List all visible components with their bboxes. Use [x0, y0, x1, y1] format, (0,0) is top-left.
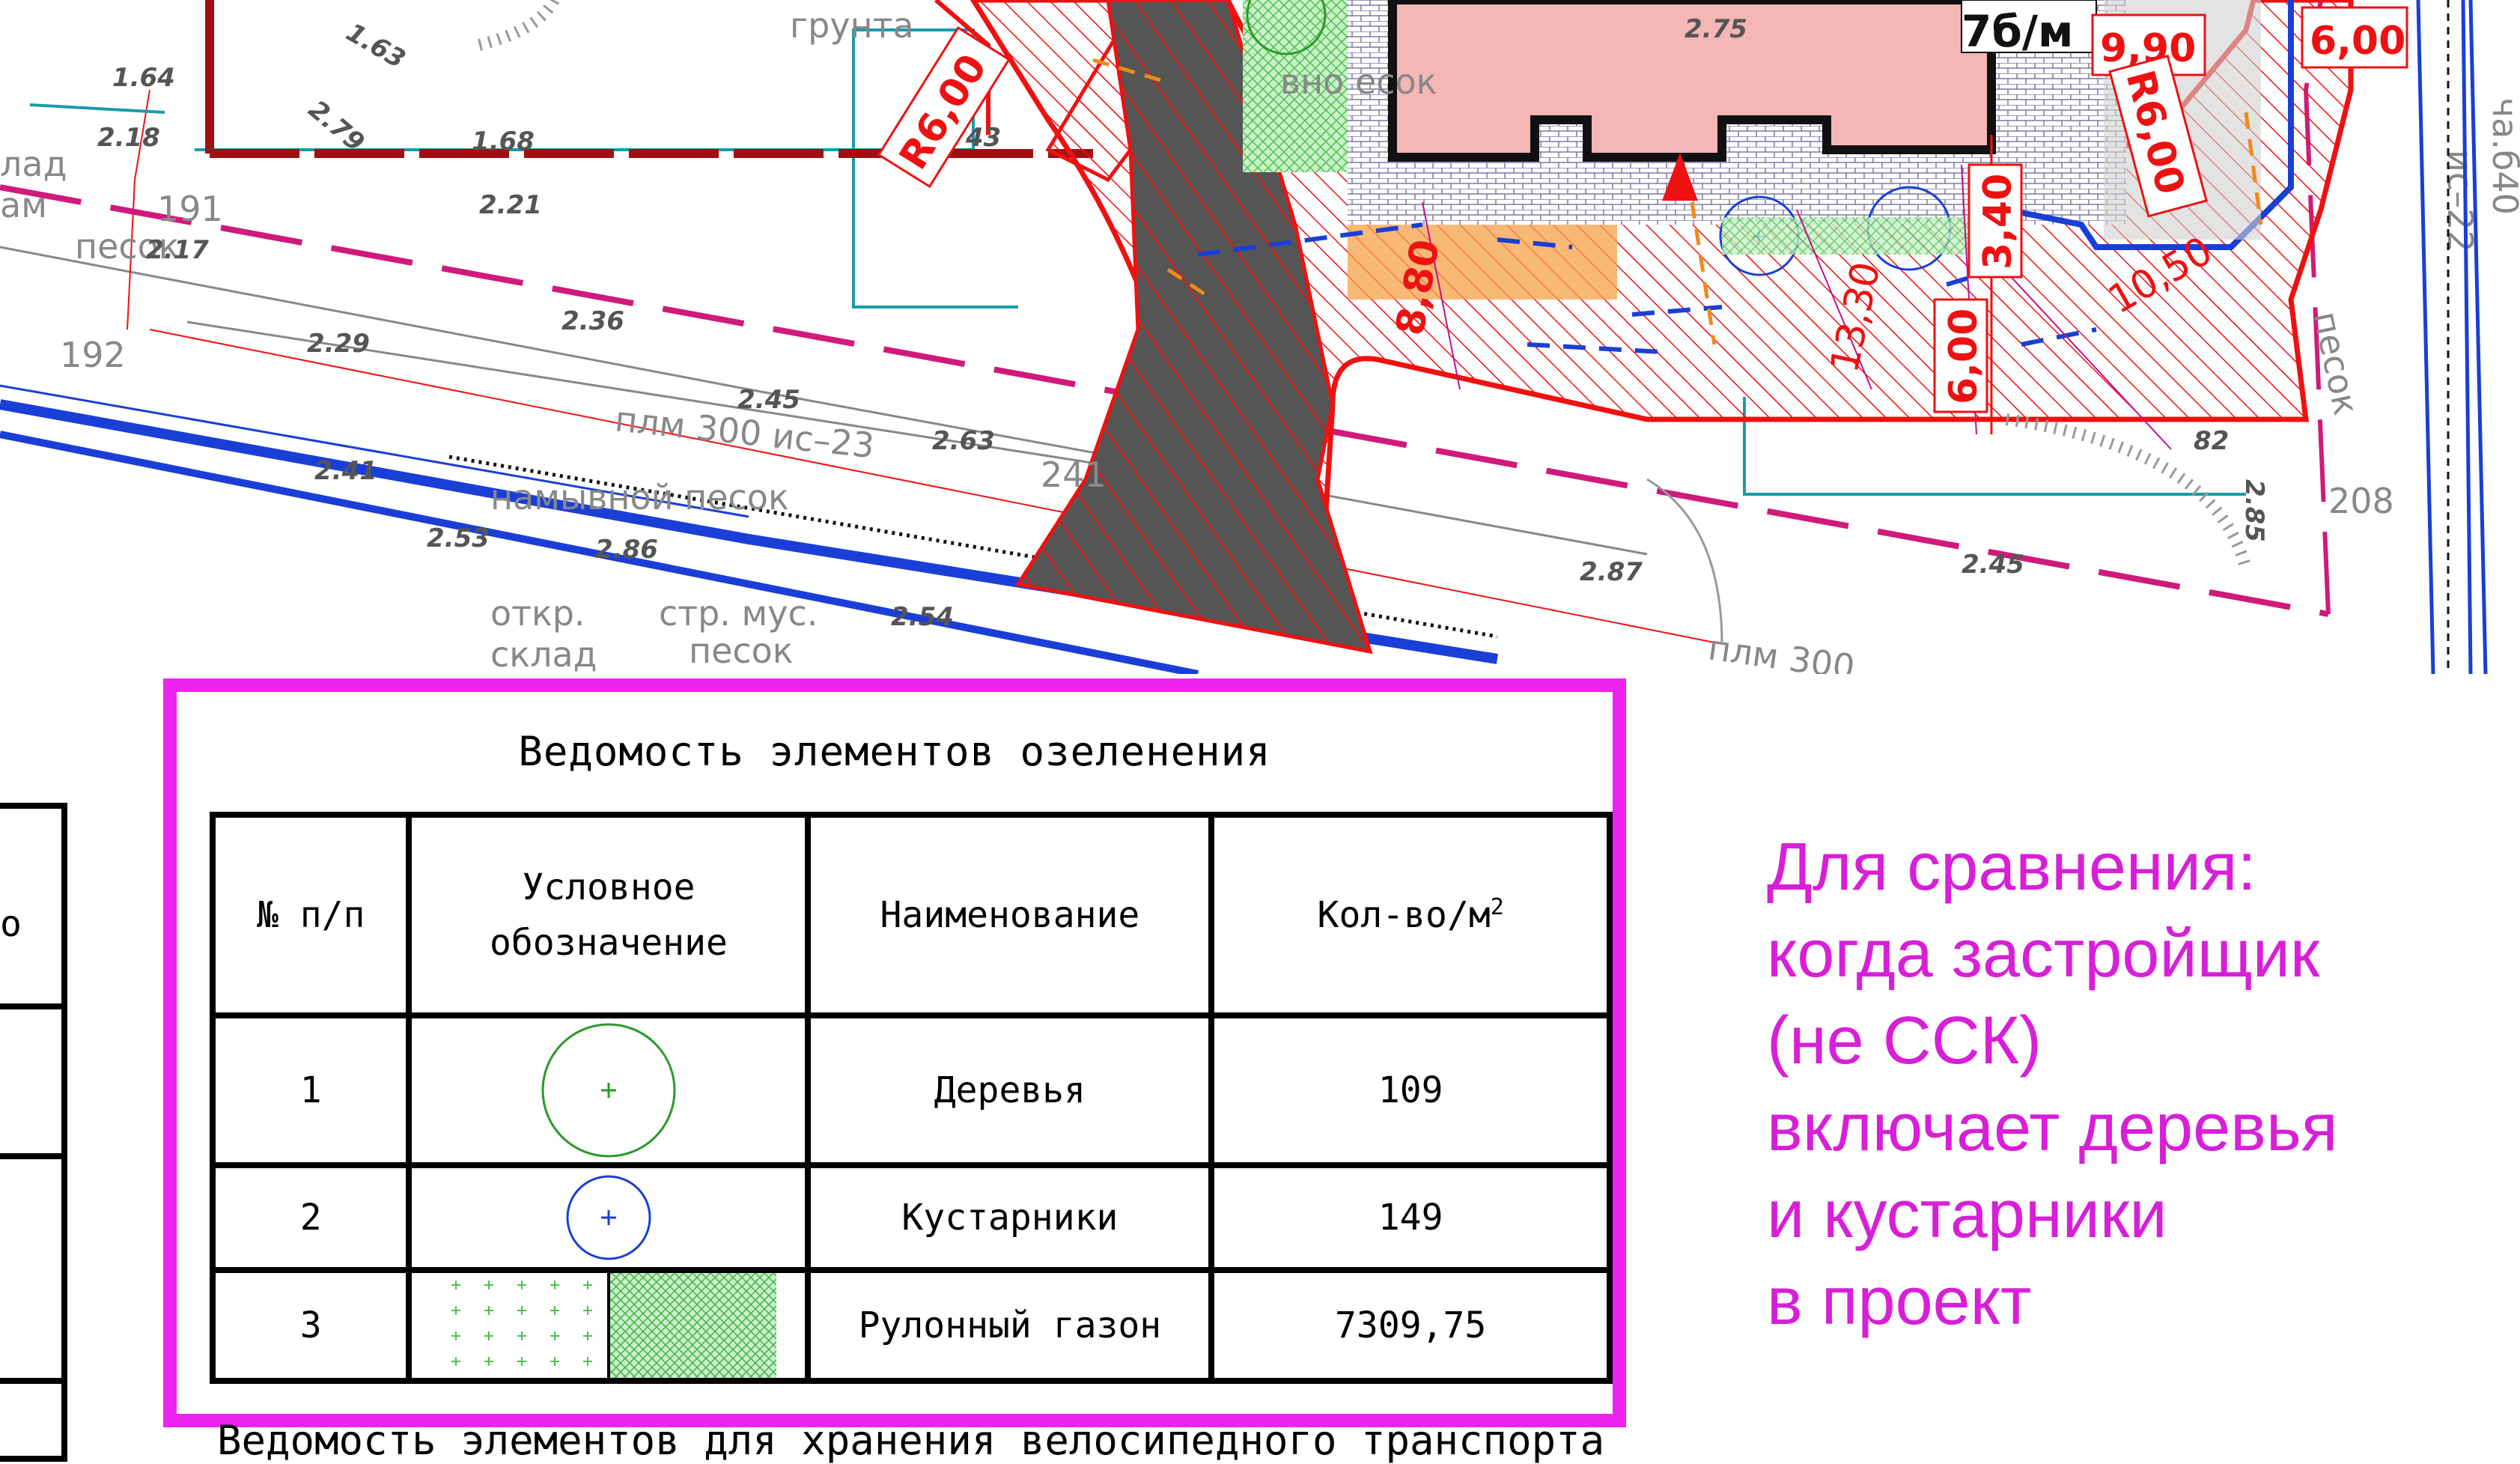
comparison-note: Для сравнения: когда застройщик (не ССК)… — [1767, 824, 2338, 1345]
label-sand-top: вно есок — [1280, 61, 1437, 102]
label-plm300-bot: плм 300 — [1705, 627, 1857, 674]
mark-2-45: 2.45 — [737, 385, 800, 415]
label-namyvnoi: намывной песок — [490, 477, 789, 517]
mark-2-54: 2.54 — [891, 602, 954, 632]
note-line: (не ССК) — [1767, 1003, 2042, 1078]
table-header-row: № п/п Условное обозначение Наименование … — [209, 812, 1613, 1018]
mark-2-85: 2.85 — [2239, 479, 2269, 542]
mark-1-68: 1.68 — [472, 127, 535, 157]
mark-1-63: 1.63 — [341, 17, 411, 75]
row-name: Рулонный газон — [805, 1267, 1215, 1384]
shrub-circle-icon — [566, 1175, 651, 1260]
lawn-symbol-cell — [406, 1267, 812, 1384]
shrub-symbol-cell — [406, 1162, 812, 1273]
tree-circle-icon — [541, 1023, 676, 1158]
row-name: Деревья — [805, 1012, 1215, 1168]
label-lad: лад — [0, 144, 67, 184]
row-number: 3 — [209, 1267, 413, 1384]
note-line: включает деревья — [1767, 1090, 2338, 1165]
label-right-vert: ча.б40 — [2485, 97, 2520, 215]
mark-2-75: 2.75 — [1684, 14, 1747, 44]
mark-1-64: 1.64 — [112, 63, 175, 93]
table-row: 2 Кустарники 149 — [209, 1162, 1613, 1273]
mark-2-18: 2.18 — [97, 123, 160, 153]
header-name: Наименование — [805, 812, 1215, 1018]
mark-43: 43 — [965, 123, 1001, 153]
row-quantity: 109 — [1208, 1012, 1613, 1168]
label-192: 192 — [60, 335, 126, 375]
label-pesok-vert: песок — [2305, 308, 2367, 419]
dim-3-40: 3,40 — [1976, 174, 2021, 270]
row-quantity: 7309,75 — [1208, 1267, 1613, 1384]
mark-2-41: 2.41 — [314, 456, 377, 486]
table-row: 1 Деревья 109 — [209, 1012, 1613, 1168]
site-plan-drawing: + 9,90 6,00 R6,00 R6,00 3,40 6,00 8,80 — [0, 0, 2520, 674]
label-pesok2: песок — [689, 631, 794, 671]
table-row: 3 Рулонный газон 7309,75 — [209, 1267, 1613, 1384]
note-line: Для сравнения: — [1767, 830, 2256, 905]
mark-2-36: 2.36 — [561, 306, 624, 336]
row-number: 2 — [209, 1162, 413, 1273]
mark-2-29: 2.29 — [307, 329, 370, 359]
label-sklad: склад — [490, 634, 597, 674]
dim-6-00-top: 6,00 — [2310, 19, 2405, 64]
greening-schedule-highlight: Ведомость элементов озеленения № п/п Усл… — [163, 678, 1626, 1427]
mark-2-87: 2.87 — [1580, 557, 1643, 587]
mark-2-21: 2.21 — [479, 190, 542, 220]
label-strmus: стр. мус. — [659, 593, 818, 634]
label-241: 241 — [1041, 455, 1107, 495]
mark-2-53: 2.53 — [427, 523, 490, 553]
header-quantity-text: Кол-во/м — [1317, 894, 1491, 936]
mark-2-17: 2.17 — [146, 235, 209, 265]
note-line: в проект — [1767, 1264, 2032, 1339]
mark-2-86: 2.86 — [595, 535, 658, 565]
label-am: ам — [0, 185, 47, 225]
note-line: и кустарники — [1767, 1177, 2167, 1252]
adjacent-table-fragment — [0, 803, 67, 1462]
tree-symbol-cell — [406, 1012, 812, 1168]
label-tbm: 7б/м — [1961, 6, 2073, 57]
mark-2-45b: 2.45 — [1961, 550, 2024, 580]
label-grunta: грунта — [790, 5, 914, 46]
dim-6-00-mid: 6,00 — [1941, 309, 1986, 404]
mark-2-63: 2.63 — [932, 426, 995, 456]
label-208: 208 — [2328, 481, 2394, 521]
row-number: 1 — [209, 1012, 413, 1168]
header-quantity-sup: 2 — [1490, 894, 1504, 920]
header-quantity: Кол-во/м2 — [1208, 812, 1613, 1018]
label-otkr: откр. — [490, 593, 585, 634]
bicycle-schedule-title: Ведомость элементов для хранения велосип… — [217, 1417, 1605, 1464]
label-191: 191 — [157, 189, 223, 229]
note-line: когда застройщик — [1767, 917, 2320, 991]
adjacent-table-text: о — [0, 903, 22, 945]
greening-schedule-table: № п/п Условное обозначение Наименование … — [209, 812, 1613, 1384]
row-quantity: 149 — [1208, 1162, 1613, 1273]
row-name: Кустарники — [805, 1162, 1215, 1273]
lawn-hatch-icon — [440, 1273, 776, 1378]
header-symbol: Условное обозначение — [406, 812, 812, 1018]
header-number: № п/п — [209, 812, 413, 1018]
mark-82: 82 — [2194, 426, 2229, 456]
schedule-title: Ведомость элементов озеленения — [518, 728, 1271, 775]
